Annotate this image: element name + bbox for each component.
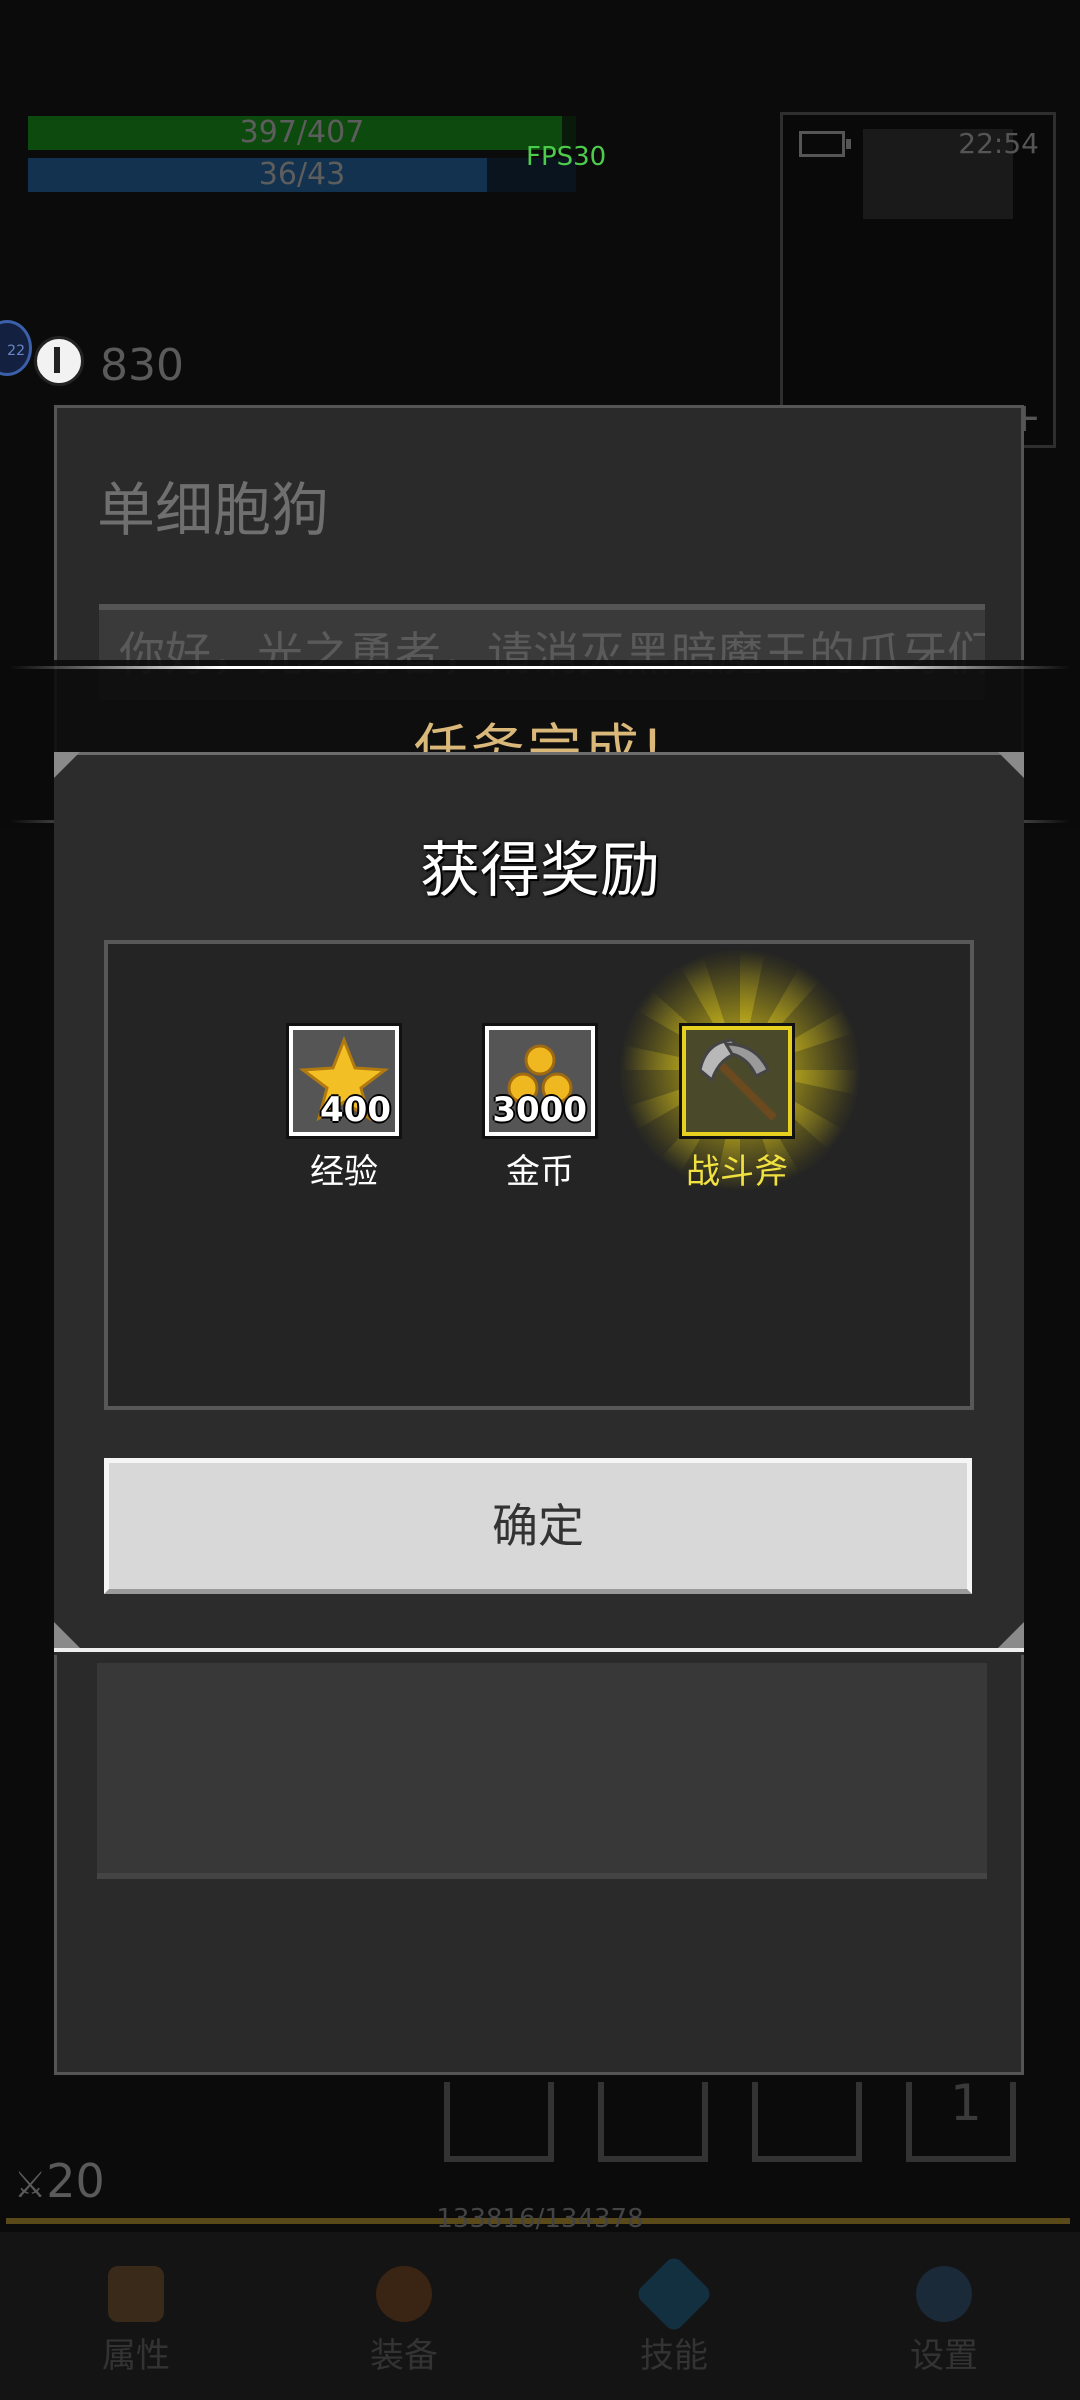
bag-icon <box>376 2266 432 2322</box>
nav-settings-label: 设置 <box>910 2336 978 2376</box>
gold-label: 金币 <box>506 1152 574 1192</box>
attack-stat: ⚔20 <box>14 2154 105 2208</box>
timer-value: 830 <box>100 340 184 391</box>
gold-icon-frame: 3000 <box>482 1023 598 1139</box>
skill-slot-1[interactable] <box>444 2082 554 2162</box>
gear-icon <box>916 2266 972 2322</box>
skill-slot-2[interactable] <box>598 2082 708 2162</box>
nav-skills-label: 技能 <box>640 2336 708 2376</box>
exp-label: 经验 <box>310 1152 378 1192</box>
reward-dialog-bottom-border <box>54 1648 1024 1652</box>
exp-quantity: 400 <box>320 1090 391 1130</box>
skill-gem-icon <box>634 2254 714 2334</box>
nav-settings[interactable]: 设置 <box>844 2232 1044 2377</box>
skill-slot-3[interactable] <box>752 2082 862 2162</box>
slot-number: 1 <box>950 2074 982 2132</box>
battle-axe-icon <box>698 1038 777 1121</box>
clock-time: 22:54 <box>958 127 1039 160</box>
banner-top-line <box>10 666 1070 669</box>
npc-name: 单细胞狗 <box>97 476 330 544</box>
battle-axe-label: 战斗斧 <box>686 1152 788 1192</box>
gold-quantity: 3000 <box>492 1090 587 1130</box>
reward-header: 获得奖励 <box>420 836 660 906</box>
nav-skills[interactable]: 技能 <box>574 2232 774 2377</box>
axe-icon-frame <box>679 1023 795 1139</box>
level-badge: 22 <box>0 320 32 376</box>
fps-counter: FPS30 <box>526 142 607 172</box>
battery-icon <box>799 131 851 157</box>
mp-text: 36/43 <box>258 157 346 192</box>
hp-text: 397/407 <box>239 115 365 150</box>
nav-attributes-label: 属性 <box>102 2336 170 2376</box>
nav-equipment[interactable]: 装备 <box>304 2232 504 2377</box>
helmet-icon <box>108 2266 164 2322</box>
sword-icon: ⚔ <box>14 2165 47 2206</box>
attack-value: 20 <box>46 2154 105 2208</box>
mp-bar: 36/43 <box>28 158 576 192</box>
confirm-button[interactable]: 确定 <box>104 1458 972 1594</box>
minimap[interactable]: 22:54 + <box>780 112 1056 448</box>
xp-text: 133816/134378 <box>436 2204 644 2234</box>
bottom-nav: 属性 装备 技能 设置 <box>0 2232 1080 2400</box>
nav-equipment-label: 装备 <box>370 2336 438 2376</box>
hp-bar: 397/407 <box>28 116 576 150</box>
clock-icon <box>34 336 84 386</box>
npc-dialog-content-box <box>97 1663 987 1879</box>
nav-attributes[interactable]: 属性 <box>36 2232 236 2377</box>
exp-icon-frame: 400 <box>286 1023 402 1139</box>
